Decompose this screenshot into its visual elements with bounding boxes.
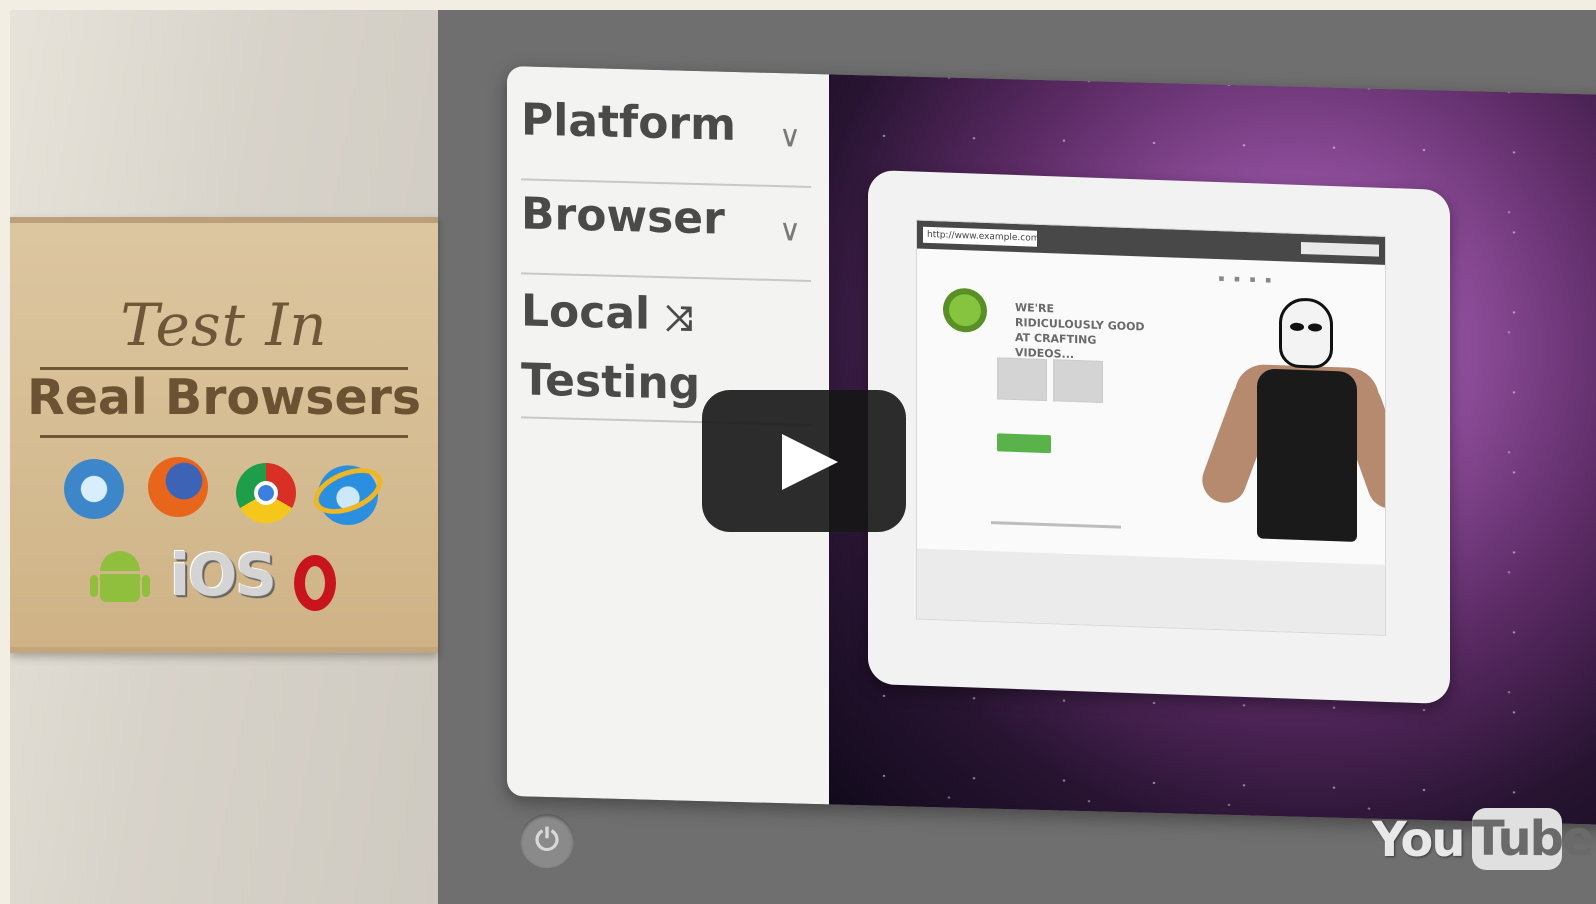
heading-script: Test In bbox=[120, 291, 328, 359]
power-icon[interactable]: ⏻ bbox=[520, 814, 574, 868]
chrome-icon bbox=[236, 463, 296, 523]
menu-item-label-line2: Testing bbox=[521, 354, 701, 411]
safari-icon bbox=[64, 459, 124, 519]
chevron-down-icon: ∨ bbox=[779, 119, 801, 155]
address-bar: http://www.example.com bbox=[923, 226, 1040, 247]
tablet-device: http://www.example.com ■ ■ ■ ■ WE'RE RID… bbox=[868, 169, 1450, 705]
site-logo bbox=[943, 287, 987, 333]
play-icon bbox=[782, 434, 838, 490]
browser-icons-row bbox=[64, 455, 404, 525]
android-icon bbox=[90, 551, 150, 607]
menu-item-label: Platform bbox=[521, 94, 736, 151]
site-cta-button bbox=[997, 433, 1051, 454]
menu-item-label-line1: Local bbox=[521, 285, 651, 340]
tablet-screen: http://www.example.com ■ ■ ■ ■ WE'RE RID… bbox=[916, 219, 1386, 636]
internet-explorer-icon bbox=[318, 465, 378, 525]
search-field bbox=[1301, 241, 1379, 257]
left-panel: Test In Real Browsers iOS bbox=[10, 10, 438, 904]
youtube-logo-you: You bbox=[1372, 812, 1465, 868]
thumbnail bbox=[997, 357, 1047, 402]
video-frame[interactable]: Test In Real Browsers iOS Platform ∨ Bro… bbox=[10, 10, 1596, 904]
heading-main: Real Browsers bbox=[26, 369, 422, 426]
site-tagline: WE'RE RIDICULOUSLY GOOD AT CRAFTING VIDE… bbox=[1015, 300, 1145, 362]
divider-bottom bbox=[40, 435, 408, 438]
chevron-down-icon: ∨ bbox=[779, 213, 801, 249]
thumbnail bbox=[1053, 359, 1103, 404]
menu-item-platform[interactable]: Platform ∨ bbox=[521, 94, 807, 155]
shuffle-icon: ⤨ bbox=[665, 298, 693, 339]
youtube-logo-tube: Tube bbox=[1472, 808, 1595, 870]
menu-item-browser[interactable]: Browser ∨ bbox=[521, 188, 807, 249]
site-text-line bbox=[991, 521, 1121, 529]
menu-item-label: Browser bbox=[521, 188, 725, 245]
wrestler-image bbox=[1196, 295, 1386, 571]
wood-plank-banner: Test In Real Browsers iOS bbox=[10, 217, 438, 653]
browser-toolbar: http://www.example.com bbox=[917, 220, 1385, 265]
play-button[interactable] bbox=[702, 390, 906, 532]
menu-divider bbox=[521, 178, 811, 188]
site-nav: ■ ■ ■ ■ bbox=[1218, 275, 1275, 285]
ios-logo: iOS bbox=[170, 541, 277, 609]
opera-icon bbox=[294, 555, 336, 611]
firefox-icon bbox=[148, 457, 208, 517]
platform-icons-row: iOS bbox=[90, 541, 394, 611]
